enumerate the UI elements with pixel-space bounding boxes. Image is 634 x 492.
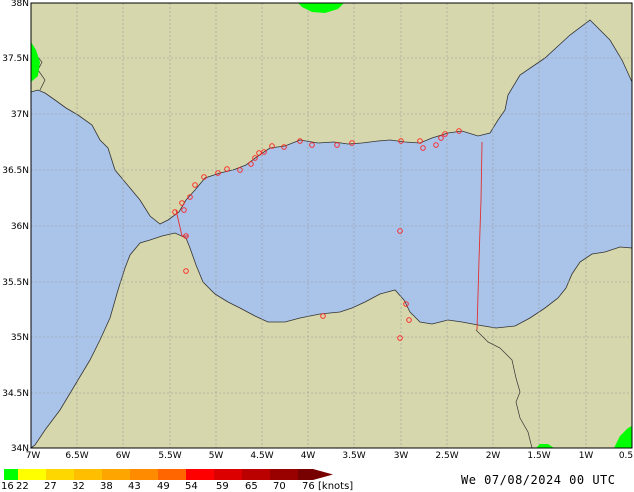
timestamp: We 07/08/2024 00 UTC	[461, 473, 616, 487]
lat-label: 38N	[11, 0, 29, 9]
lon-label: 6W	[116, 451, 131, 461]
legend-swatch	[270, 469, 298, 480]
lat-label: 36N	[11, 222, 29, 232]
legend-value: 38	[100, 481, 113, 492]
legend-value: 49	[157, 481, 170, 492]
legend-swatch	[46, 469, 74, 480]
legend-value: 43	[128, 481, 141, 492]
legend-value: 59	[216, 481, 229, 492]
lat-axis: 38N 37.5N 37N 36.5N 36N 35.5N 35N 34.5N …	[2, 0, 29, 454]
legend-value: 22	[16, 481, 29, 492]
legend-value: 70	[273, 481, 286, 492]
legend-value: 27	[44, 481, 57, 492]
lon-label: 2.5W	[435, 451, 458, 461]
lon-axis: 7W 6.5W 6W 5.5W 5W 4.5W 4W 3.5W 3W 2.5W …	[26, 451, 633, 461]
legend-swatch	[102, 469, 130, 480]
legend-swatch	[158, 469, 186, 480]
lon-label: 1.5W	[527, 451, 550, 461]
legend-swatch	[214, 469, 242, 480]
legend-value: 32	[72, 481, 85, 492]
legend-swatch	[242, 469, 270, 480]
lon-label: 5W	[209, 451, 224, 461]
legend-swatch	[130, 469, 158, 480]
legend-swatch	[4, 469, 18, 480]
legend-value: 16	[1, 481, 14, 492]
legend-swatch	[298, 469, 333, 480]
lon-label: 4W	[301, 451, 316, 461]
lon-label: 1W	[579, 451, 594, 461]
legend-swatch	[186, 469, 214, 480]
lon-label: 2W	[486, 451, 501, 461]
legend-color-bar	[4, 469, 333, 480]
legend-swatch	[74, 469, 102, 480]
lon-label: 7W	[26, 451, 41, 461]
lat-label: 35N	[11, 333, 29, 343]
lat-label: 35.5N	[2, 278, 29, 288]
lon-label: 5.5W	[158, 451, 181, 461]
lon-label: 6.5W	[65, 451, 88, 461]
legend-value: 76	[302, 481, 315, 492]
legend-value: 65	[245, 481, 258, 492]
wind-map: 38N 37.5N 37N 36.5N 36N 35.5N 35N 34.5N …	[2, 0, 633, 480]
lon-label: 4.5W	[250, 451, 273, 461]
lon-label: 3W	[394, 451, 409, 461]
lat-label: 36.5N	[2, 166, 29, 176]
lon-label: 3.5W	[342, 451, 365, 461]
lon-label: 0.5	[619, 451, 633, 461]
lat-label: 34.5N	[2, 389, 29, 399]
lat-label: 37N	[11, 110, 29, 120]
legend-value: 54	[185, 481, 198, 492]
lat-label: 37.5N	[2, 54, 29, 64]
legend-swatch	[18, 469, 46, 480]
legend-unit: [knots]	[318, 481, 354, 492]
